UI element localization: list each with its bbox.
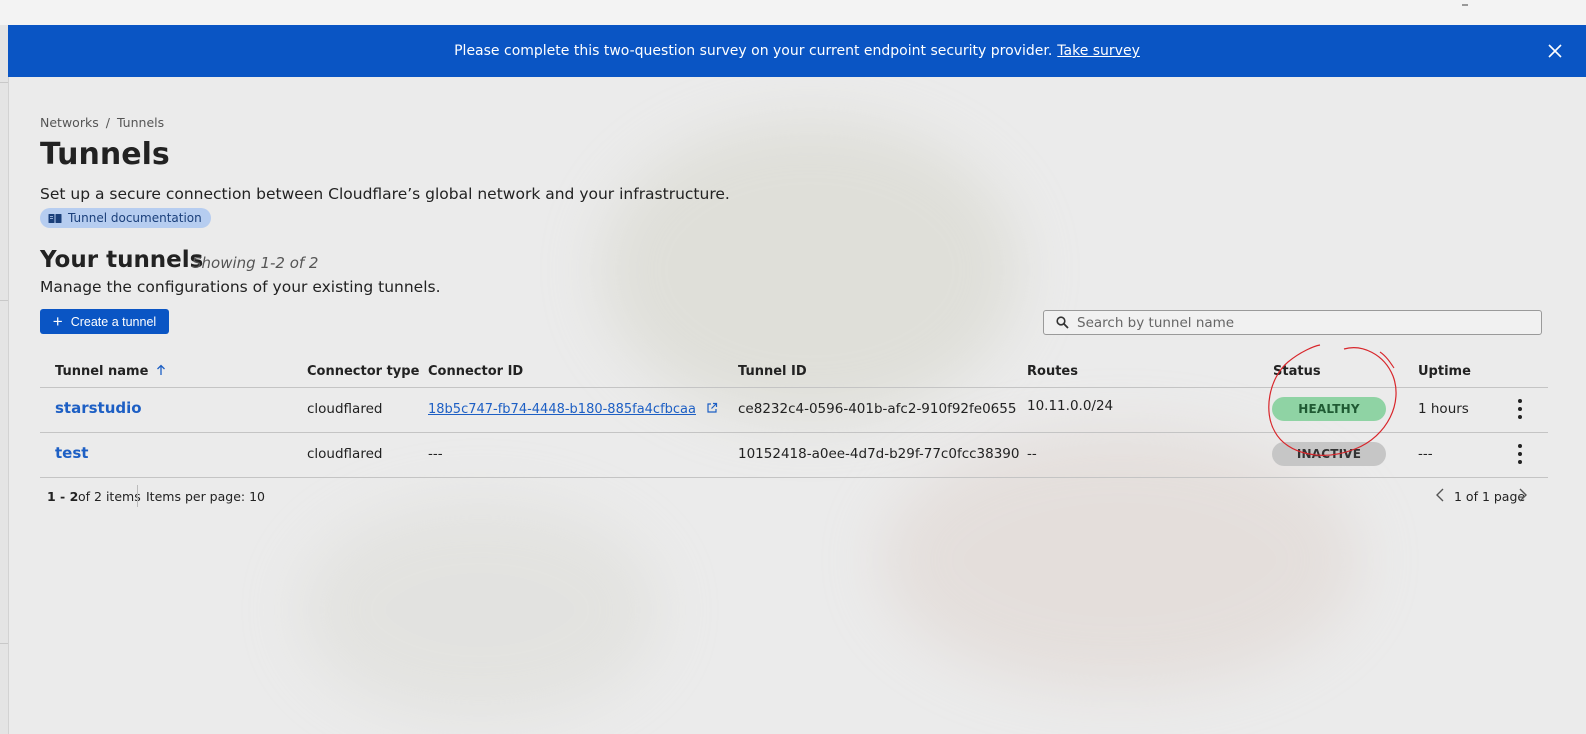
routes: -- <box>1027 446 1037 462</box>
uptime: --- <box>1418 446 1433 462</box>
pagination-total: of 2 items <box>78 489 141 504</box>
connector-type: cloudflared <box>307 446 383 462</box>
page-info: 1 of 1 page <box>1454 489 1526 504</box>
survey-banner-message: Please complete this two-question survey… <box>454 43 1053 59</box>
book-icon <box>48 213 62 223</box>
uptime: 1 hours <box>1418 401 1469 417</box>
table-header: Tunnel name Connector type Connector ID … <box>40 360 1548 388</box>
survey-banner: Please complete this two-question survey… <box>8 25 1586 77</box>
create-tunnel-button[interactable]: + Create a tunnel <box>40 309 169 334</box>
breadcrumb-tunnels: Tunnels <box>116 115 165 130</box>
tunnel-name-link[interactable]: starstudio <box>55 399 142 417</box>
routes: 10.11.0.0/24 <box>1027 398 1114 414</box>
page-title: Tunnels <box>40 137 170 172</box>
take-survey-link[interactable]: Take survey <box>1057 43 1140 59</box>
left-rail <box>0 25 9 734</box>
chevron-left-icon[interactable] <box>1436 488 1444 502</box>
chevron-right-icon[interactable] <box>1519 488 1527 502</box>
breadcrumb-separator: / <box>105 115 110 130</box>
column-header-connector-id[interactable]: Connector ID <box>428 364 523 379</box>
search-input[interactable] <box>1077 314 1477 331</box>
column-header-uptime[interactable]: Uptime <box>1418 364 1471 379</box>
connector-id-link[interactable]: 18b5c747-fb74-4448-b180-885fa4cfbcaa <box>428 402 696 417</box>
your-tunnels-description: Manage the configurations of your existi… <box>40 278 441 296</box>
browser-top-strip <box>0 0 1586 26</box>
page-description: Set up a secure connection between Cloud… <box>40 185 730 203</box>
plus-icon: + <box>52 312 63 331</box>
breadcrumb-networks[interactable]: Networks <box>40 115 99 130</box>
tunnel-documentation-link[interactable]: Tunnel documentation <box>40 208 211 228</box>
column-header-routes[interactable]: Routes <box>1027 364 1078 379</box>
column-header-connector-type[interactable]: Connector type <box>307 364 419 379</box>
showing-count: Showing 1-2 of 2 <box>192 254 319 272</box>
background-blur <box>300 500 660 720</box>
your-tunnels-title: Your tunnels <box>40 247 204 273</box>
column-header-tunnel-name[interactable]: Tunnel name <box>55 364 166 379</box>
tunnel-name-link[interactable]: test <box>55 444 88 462</box>
tunnel-id: ce8232c4-0596-401b-afc2-910f92fe0655 <box>738 401 1017 417</box>
tunnel-documentation-label: Tunnel documentation <box>68 211 202 225</box>
pagination-range: 1 - 2 <box>47 489 79 504</box>
search-icon <box>1056 316 1069 329</box>
connector-id: --- <box>428 446 443 462</box>
search-box[interactable] <box>1043 310 1542 335</box>
external-link-icon[interactable] <box>706 402 718 414</box>
status-badge: INACTIVE <box>1272 442 1386 466</box>
sort-ascending-icon <box>156 364 165 375</box>
connector-id-cell: 18b5c747-fb74-4448-b180-885fa4cfbcaa <box>428 401 718 417</box>
breadcrumb: Networks / Tunnels <box>40 115 164 130</box>
pagination-divider <box>137 485 138 507</box>
more-options-icon[interactable] <box>1515 399 1525 419</box>
column-header-status[interactable]: Status <box>1273 364 1321 379</box>
tunnels-table: Tunnel name Connector type Connector ID … <box>40 360 1548 478</box>
column-header-tunnel-id[interactable]: Tunnel ID <box>738 364 807 379</box>
status-badge: HEALTHY <box>1272 397 1386 421</box>
table-row: starstudio cloudflared 18b5c747-fb74-444… <box>40 388 1548 433</box>
connector-type: cloudflared <box>307 401 383 417</box>
close-icon[interactable] <box>1546 42 1564 60</box>
items-per-page-select[interactable]: Items per page: 10 <box>146 489 265 504</box>
create-tunnel-label: Create a tunnel <box>70 314 157 329</box>
tunnel-id: 10152418-a0ee-4d7d-b29f-77c0fcc38390 <box>738 446 1020 462</box>
more-options-icon[interactable] <box>1515 444 1525 464</box>
table-row: test cloudflared --- 10152418-a0ee-4d7d-… <box>40 433 1548 478</box>
